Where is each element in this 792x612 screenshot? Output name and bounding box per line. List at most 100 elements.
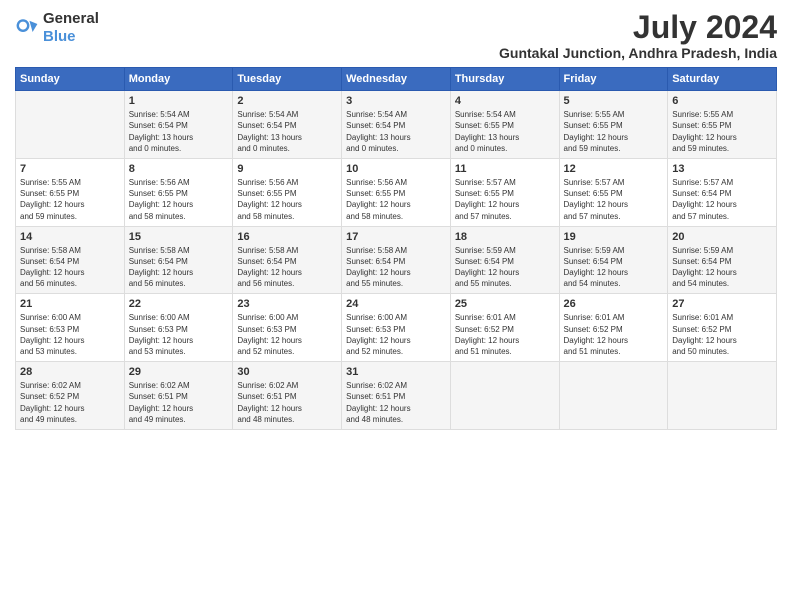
calendar-cell: 16Sunrise: 5:58 AM Sunset: 6:54 PM Dayli… — [233, 226, 342, 294]
cell-info: Sunrise: 6:01 AM Sunset: 6:52 PM Dayligh… — [564, 312, 664, 357]
calendar-cell: 14 Sunrise: 5:58 AM Sunset: 6:54 PM Dayli… — [16, 226, 125, 294]
day-number: 14 — [20, 231, 120, 243]
calendar-cell: 31Sunrise: 6:02 AM Sunset: 6:51 PM Dayli… — [342, 362, 451, 430]
cell-info: Sunrise: 5:56 AM Sunset: 6:55 PM Dayligh… — [237, 177, 337, 222]
day-number: 21 — [20, 298, 120, 310]
calendar-cell: 20Sunrise: 5:59 AM Sunset: 6:54 PM Dayli… — [668, 226, 777, 294]
cell-info: Sunrise: 5:58 AM Sunset: 6:54 PM Dayligh… — [20, 245, 120, 290]
calendar-cell: 29 Sunrise: 6:02 AM Sunset: 6:51 PM Dayli… — [124, 362, 233, 430]
weekday-header-saturday: Saturday — [668, 68, 777, 91]
cell-info: Sunrise: 5:57 AM Sunset: 6:54 PM Dayligh… — [672, 177, 772, 222]
calendar-cell: 1Sunrise: 5:54 AM Sunset: 6:54 PM Daylig… — [124, 91, 233, 159]
week-row-5: 28 Sunrise: 6:02 AM Sunset: 6:52 PM Dayli… — [16, 362, 777, 430]
day-number: 15 — [129, 231, 229, 243]
day-number: 13 — [672, 163, 772, 175]
month-year: July 2024 — [499, 10, 777, 45]
cell-info: Sunrise: 5:57 AM Sunset: 6:55 PM Dayligh… — [455, 177, 555, 222]
week-row-3: 14 Sunrise: 5:58 AM Sunset: 6:54 PM Dayli… — [16, 226, 777, 294]
logo-blue: Blue — [43, 28, 76, 45]
calendar-cell: 21 Sunrise: 6:00 AM Sunset: 6:53 PM Dayli… — [16, 294, 125, 362]
cell-info: Sunrise: 5:59 AM Sunset: 6:54 PM Dayligh… — [564, 245, 664, 290]
day-number: 23 — [237, 298, 337, 310]
calendar-cell — [668, 362, 777, 430]
day-number: 29 — [129, 366, 229, 378]
day-number: 26 — [564, 298, 664, 310]
calendar-cell: 3 Sunrise: 5:54 AM Sunset: 6:54 PM Daylig… — [342, 91, 451, 159]
weekday-header-monday: Monday — [124, 68, 233, 91]
cell-info: Sunrise: 5:59 AM Sunset: 6:54 PM Dayligh… — [455, 245, 555, 290]
calendar-cell: 28 Sunrise: 6:02 AM Sunset: 6:52 PM Dayli… — [16, 362, 125, 430]
day-number: 3 — [346, 95, 446, 107]
day-number: 25 — [455, 298, 555, 310]
cell-info: Sunrise: 6:00 AM Sunset: 6:53 PM Dayligh… — [20, 312, 120, 357]
logo: General Blue — [15, 10, 99, 46]
cell-info: Sunrise: 6:02 AM Sunset: 6:51 PM Dayligh… — [129, 380, 229, 425]
location: Guntakal Junction, Andhra Pradesh, India — [499, 45, 777, 61]
cell-info: Sunrise: 5:54 AM Sunset: 6:54 PM Dayligh… — [346, 109, 446, 154]
cell-info: Sunrise: 5:56 AM Sunset: 6:55 PM Dayligh… — [129, 177, 229, 222]
day-number: 6 — [672, 95, 772, 107]
calendar-cell: 19 Sunrise: 5:59 AM Sunset: 6:54 PM Dayli… — [559, 226, 668, 294]
week-row-1: 1 Sunrise: 5:54 AM Sunset: 6:54 PM Daylig… — [16, 91, 777, 159]
cell-info: Sunrise: 6:00 AM Sunset: 6:53 PM Dayligh… — [129, 312, 229, 357]
title-block: July 2024 Guntakal Junction, Andhra Prad… — [499, 10, 777, 61]
day-number: 2 — [237, 95, 337, 107]
day-number: 22 — [129, 298, 229, 310]
calendar-cell: 22 Sunrise: 6:00 AM Sunset: 6:53 PM Dayli… — [124, 294, 233, 362]
cell-info: Sunrise: 5:58 AM Sunset: 6:54 PM Dayligh… — [129, 245, 229, 290]
weekday-header-thursday: Thursday — [450, 68, 559, 91]
calendar-cell: 8 Sunrise: 5:56 AM Sunset: 6:55 PM Daylig… — [124, 158, 233, 226]
day-number: 12 — [564, 163, 664, 175]
day-number: 9 — [237, 163, 337, 175]
calendar-cell — [16, 91, 125, 159]
calendar-cell: 7Sunrise: 5:55 AM Sunset: 6:55 PM Daylig… — [16, 158, 125, 226]
calendar-page: General Blue July 2024 Guntakal Junction… — [0, 0, 792, 612]
day-number: 27 — [672, 298, 772, 310]
calendar-cell: 18 Sunrise: 5:59 AM Sunset: 6:54 PM Dayli… — [450, 226, 559, 294]
day-number: 31 — [346, 366, 446, 378]
day-number: 17 — [346, 231, 446, 243]
day-number: 10 — [346, 163, 446, 175]
calendar-cell: 25 Sunrise: 6:01 AM Sunset: 6:52 PM Dayli… — [450, 294, 559, 362]
cell-info: Sunrise: 6:02 AM Sunset: 6:52 PM Dayligh… — [20, 380, 120, 425]
calendar-cell: 17Sunrise: 5:58 AM Sunset: 6:54 PM Dayli… — [342, 226, 451, 294]
week-row-2: 7Sunrise: 5:55 AM Sunset: 6:55 PM Daylig… — [16, 158, 777, 226]
calendar-cell: 24Sunrise: 6:00 AM Sunset: 6:53 PM Dayli… — [342, 294, 451, 362]
logo-text: General Blue — [43, 10, 99, 46]
calendar-cell: 27 Sunrise: 6:01 AM Sunset: 6:52 PM Dayli… — [668, 294, 777, 362]
weekday-header-sunday: Sunday — [16, 68, 125, 91]
cell-info: Sunrise: 6:01 AM Sunset: 6:52 PM Dayligh… — [672, 312, 772, 357]
day-number: 8 — [129, 163, 229, 175]
day-number: 1 — [129, 95, 229, 107]
cell-info: Sunrise: 6:00 AM Sunset: 6:53 PM Dayligh… — [346, 312, 446, 357]
day-number: 5 — [564, 95, 664, 107]
calendar-cell: 2 Sunrise: 5:54 AM Sunset: 6:54 PM Daylig… — [233, 91, 342, 159]
cell-info: Sunrise: 5:57 AM Sunset: 6:55 PM Dayligh… — [564, 177, 664, 222]
cell-info: Sunrise: 5:55 AM Sunset: 6:55 PM Dayligh… — [20, 177, 120, 222]
calendar-cell: 10 Sunrise: 5:56 AM Sunset: 6:55 PM Dayli… — [342, 158, 451, 226]
cell-info: Sunrise: 5:54 AM Sunset: 6:54 PM Dayligh… — [237, 109, 337, 154]
logo-icon — [15, 16, 39, 40]
cell-info: Sunrise: 6:01 AM Sunset: 6:52 PM Dayligh… — [455, 312, 555, 357]
header: General Blue July 2024 Guntakal Junction… — [15, 10, 777, 61]
day-number: 18 — [455, 231, 555, 243]
cell-info: Sunrise: 5:58 AM Sunset: 6:54 PM Dayligh… — [237, 245, 337, 290]
calendar-cell: 15 Sunrise: 5:58 AM Sunset: 6:54 PM Dayli… — [124, 226, 233, 294]
cell-info: Sunrise: 5:56 AM Sunset: 6:55 PM Dayligh… — [346, 177, 446, 222]
calendar-cell — [450, 362, 559, 430]
header-row: SundayMondayTuesdayWednesdayThursdayFrid… — [16, 68, 777, 91]
cell-info: Sunrise: 5:55 AM Sunset: 6:55 PM Dayligh… — [564, 109, 664, 154]
calendar-cell: 11Sunrise: 5:57 AM Sunset: 6:55 PM Dayli… — [450, 158, 559, 226]
calendar-cell: 12 Sunrise: 5:57 AM Sunset: 6:55 PM Dayli… — [559, 158, 668, 226]
calendar-cell: 4Sunrise: 5:54 AM Sunset: 6:55 PM Daylig… — [450, 91, 559, 159]
day-number: 28 — [20, 366, 120, 378]
calendar-cell: 9 Sunrise: 5:56 AM Sunset: 6:55 PM Daylig… — [233, 158, 342, 226]
day-number: 19 — [564, 231, 664, 243]
weekday-header-wednesday: Wednesday — [342, 68, 451, 91]
cell-info: Sunrise: 6:02 AM Sunset: 6:51 PM Dayligh… — [237, 380, 337, 425]
week-row-4: 21 Sunrise: 6:00 AM Sunset: 6:53 PM Dayli… — [16, 294, 777, 362]
calendar-cell: 13 Sunrise: 5:57 AM Sunset: 6:54 PM Dayli… — [668, 158, 777, 226]
calendar-table: SundayMondayTuesdayWednesdayThursdayFrid… — [15, 67, 777, 430]
logo-general: General — [43, 10, 99, 27]
day-number: 30 — [237, 366, 337, 378]
